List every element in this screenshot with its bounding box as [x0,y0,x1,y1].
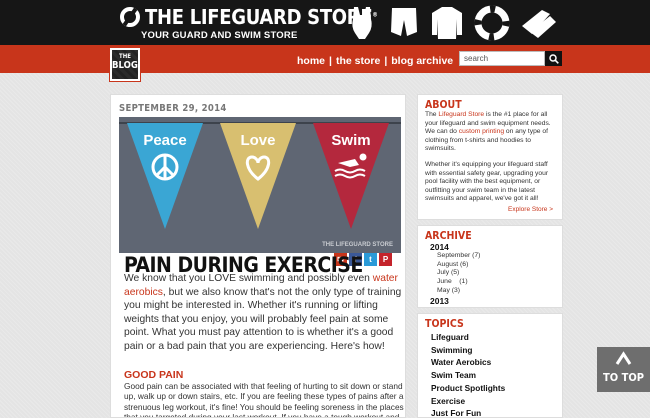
lifeguard-logo-icon[interactable] [120,7,140,27]
archive-month[interactable]: May (3) [425,287,555,296]
topic-product-spotlights[interactable]: Product Spotlights [418,382,562,395]
archive-year-2014[interactable]: 2014 [425,242,555,252]
chevron-up-icon [615,351,632,365]
blog-post-card: SEPTEMBER 29, 2014 Peace Love Swim THE L… [110,94,406,418]
section-heading: GOOD PAIN [124,369,184,381]
search-input[interactable]: search [459,51,545,66]
nav-home[interactable]: home [297,55,325,67]
about-heading: ABOUT [425,99,462,111]
archive-heading: ARCHIVE [425,230,472,242]
topics-heading: TOPICS [425,318,464,330]
pinterest-share-icon[interactable]: P [379,253,392,266]
lifeguard-store-link[interactable]: Lifeguard Store [438,111,484,118]
archive-month[interactable]: July (5) [425,269,555,278]
topic-just-for-fun[interactable]: Just For Fun [418,407,562,418]
topic-swimming[interactable]: Swimming [418,344,562,357]
archive-month[interactable]: August (6) [425,261,555,270]
about-paragraph-2: Whether it's equipping your lifeguard st… [425,160,549,203]
nav-the-store[interactable]: the store [336,55,380,67]
pennant-word: Peace [143,132,186,149]
topic-swim-team[interactable]: Swim Team [418,369,562,382]
top-header: THE LIFEGUARD STORE® YOUR GUARD AND SWIM… [0,0,650,45]
topic-lifeguard[interactable]: Lifeguard [418,331,562,344]
post-date: SEPTEMBER 29, 2014 [119,103,227,114]
search-button[interactable] [545,51,562,66]
section-text: Good pain can be associated with that fe… [124,381,404,418]
pennant-word: Swim [331,132,370,149]
post-intro: We know that you LOVE swimming and possi… [124,273,402,352]
custom-printing-link[interactable]: custom printing [459,128,504,135]
topics-panel: TOPICS Lifeguard Swimming Water Aerobics… [417,313,563,418]
store-tagline: YOUR GUARD AND SWIM STORE [141,30,298,41]
post-hero-image: Peace Love Swim THE LIFEGUARD STORE [119,117,401,253]
hero-watermark: THE LIFEGUARD STORE [322,242,393,248]
swim-shorts-icon[interactable] [385,4,423,42]
archive-panel: ARCHIVE 2014 September (7) August (6) Ju… [417,225,563,308]
explore-store-link[interactable]: Explore Store > [508,206,553,213]
archive-month[interactable]: June (1) [425,278,555,287]
topic-water-aerobics[interactable]: Water Aerobics [418,356,562,369]
archive-month[interactable]: September (7) [425,252,555,261]
twitter-share-icon[interactable]: t [364,253,377,266]
to-top-button[interactable]: TO TOP [597,347,650,392]
to-top-label: TO TOP [602,371,645,384]
topic-exercise[interactable]: Exercise [418,395,562,408]
search-icon [548,53,559,64]
archive-year-2013[interactable]: 2013 [425,296,555,306]
the-blog-badge[interactable]: THE BLOG [109,47,141,82]
main-nav: home | the store | blog archive [297,55,453,67]
about-paragraph: The Lifeguard Store is the #1 place for … [425,111,551,153]
pennant-word: Love [240,132,275,149]
about-panel: ABOUT The Lifeguard Store is the #1 plac… [417,94,563,220]
nav-separator: | [329,55,332,67]
long-sleeve-shirt-icon[interactable] [428,4,466,42]
nav-separator: | [384,55,388,67]
life-ring-icon[interactable] [473,4,511,42]
fins-icon[interactable] [520,4,558,42]
nav-blog-archive[interactable]: blog archive [391,55,453,67]
swimsuit-icon[interactable] [343,4,381,42]
